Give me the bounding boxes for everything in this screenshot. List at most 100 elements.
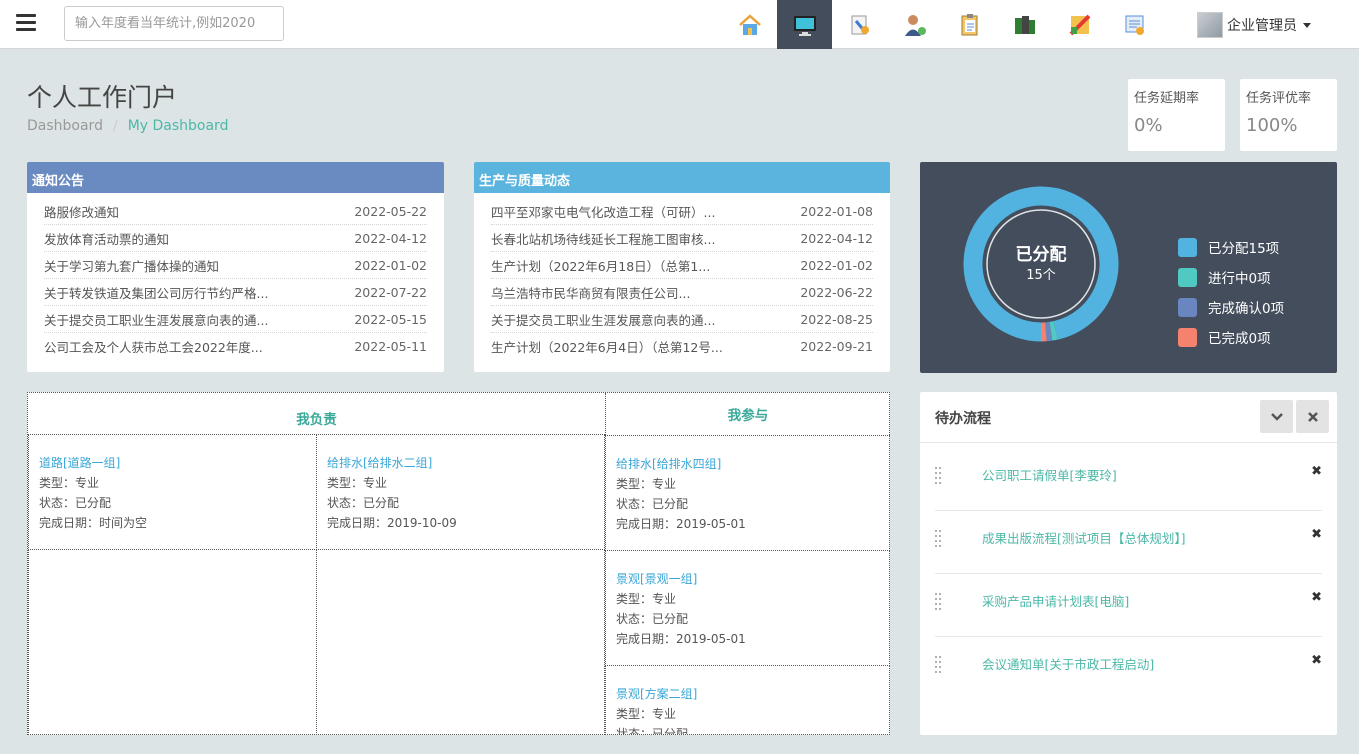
task-link[interactable]: 道路[道路一组]	[39, 453, 306, 473]
task-link[interactable]: 景观[景观一组]	[616, 569, 879, 589]
task-date: 完成日期：时间为空	[39, 516, 148, 530]
drag-handle-icon[interactable]	[935, 530, 943, 548]
production-link[interactable]: 四平至邓家屯电气化改造工程（可研）...	[491, 202, 715, 221]
workflow-link[interactable]: 会议通知单[关于市政工程启动]	[982, 654, 1154, 673]
user-settings-icon[interactable]	[887, 0, 942, 49]
notice-panel: 通知公告 路服修改通知 2022-05-22 发放体育活动票的通知 2022-04-…	[27, 162, 444, 372]
page-title: 个人工作门户	[27, 83, 178, 112]
donut-chart: 已分配 15个	[963, 186, 1119, 342]
reports-icon[interactable]	[1052, 0, 1107, 49]
list-item: 公司工会及个人获市总工会2022年度... 2022-05-11	[44, 333, 427, 360]
drag-handle-icon[interactable]	[935, 593, 943, 611]
production-link[interactable]: 生产计划（2022年6月18日）（总第1...	[491, 256, 710, 275]
close-icon	[1307, 411, 1318, 422]
config-icon[interactable]	[1107, 0, 1162, 49]
breadcrumb-home[interactable]: Dashboard	[27, 118, 103, 134]
legend-item: 完成确认0项	[1178, 292, 1284, 322]
panel-title: 通知公告	[27, 162, 444, 193]
breadcrumb-separator: /	[112, 118, 118, 134]
task-status: 状态：已分配	[39, 496, 112, 510]
excellence-rate-card: 任务评优率 100%	[1240, 79, 1337, 151]
task-board: 我负责 我参与 道路[道路一组] 类型：专业 状态：已分配 完成日期：时间为空 …	[27, 392, 890, 735]
tools-icon[interactable]	[832, 0, 887, 49]
list-item: 关于转发铁道及集团公司厉行节约严格... 2022-07-22	[44, 279, 427, 306]
notice-link[interactable]: 公司工会及个人获市总工会2022年度...	[44, 337, 263, 356]
year-search-input[interactable]	[64, 6, 284, 41]
panel-title: 生产与质量动态	[474, 162, 890, 193]
notice-date: 2022-05-22	[354, 203, 427, 219]
production-link[interactable]: 生产计划（2022年6月4日）（总第12号...	[491, 337, 723, 356]
close-panel-button[interactable]	[1296, 400, 1329, 433]
task-type: 类型：专业	[616, 707, 677, 721]
chart-legend: 已分配15项 进行中0项 完成确认0项 已完成0项	[1178, 232, 1284, 352]
legend-swatch	[1178, 327, 1197, 347]
production-link[interactable]: 乌兰浩特市民华商贸有限责任公司...	[491, 283, 690, 302]
clipboard-icon[interactable]	[942, 0, 997, 49]
task-link[interactable]: 景观[方案二组]	[616, 684, 879, 704]
notice-link[interactable]: 路服修改通知	[44, 202, 119, 221]
user-name: 企业管理员	[1227, 18, 1297, 34]
notice-link[interactable]: 关于转发铁道及集团公司厉行节约严格...	[44, 283, 268, 302]
task-date: 完成日期：2019-10-09	[327, 516, 457, 530]
task-type: 类型：专业	[616, 477, 677, 491]
monitor-icon[interactable]	[777, 0, 832, 49]
task-status: 状态：已分配	[616, 497, 689, 511]
notice-date: 2022-05-15	[354, 311, 427, 327]
production-list: 四平至邓家屯电气化改造工程（可研）... 2022-01-08 长春北站机场待线延…	[474, 193, 890, 360]
list-item: 生产计划（2022年6月4日）（总第12号... 2022-09-21	[491, 333, 873, 360]
workflow-link[interactable]: 采购产品申请计划表[电脑]	[982, 591, 1129, 610]
notice-date: 2022-01-02	[354, 257, 427, 273]
close-icon[interactable]: ✖	[1311, 590, 1322, 605]
workflow-link[interactable]: 公司职工请假单[李要玲]	[982, 465, 1117, 484]
workflow-link[interactable]: 成果出版流程[测试项目【总体规划】]	[982, 528, 1186, 547]
task-link[interactable]: 给排水[给排水二组]	[327, 453, 594, 473]
stat-value: 0%	[1134, 115, 1163, 136]
production-date: 2022-01-08	[800, 203, 873, 219]
books-icon[interactable]	[997, 0, 1052, 49]
task-date: 完成日期：2019-05-01	[616, 517, 746, 531]
legend-swatch	[1178, 297, 1197, 317]
home-icon[interactable]	[722, 0, 777, 49]
module-nav	[722, 0, 1162, 49]
production-link[interactable]: 长春北站机场待线延长工程施工图审核...	[491, 229, 715, 248]
notice-link[interactable]: 发放体育活动票的通知	[44, 229, 169, 248]
close-icon[interactable]: ✖	[1311, 653, 1322, 668]
hamburger-menu-icon[interactable]	[16, 14, 36, 34]
task-card: 景观[景观一组] 类型：专业 状态：已分配 完成日期：2019-05-01	[605, 550, 890, 666]
collapse-button[interactable]	[1260, 400, 1293, 433]
production-link[interactable]: 关于提交员工职业生涯发展意向表的通...	[491, 310, 715, 329]
notice-link[interactable]: 关于提交员工职业生涯发展意向表的通...	[44, 310, 268, 329]
donut-slice-2[interactable]	[1049, 321, 1058, 341]
close-icon[interactable]: ✖	[1311, 527, 1322, 542]
list-item: 路服修改通知 2022-05-22	[44, 198, 427, 225]
legend-item: 已完成0项	[1178, 322, 1284, 352]
drag-handle-icon[interactable]	[935, 656, 943, 674]
task-date: 完成日期：2019-05-01	[616, 632, 746, 646]
production-date: 2022-01-02	[800, 257, 873, 273]
stat-label: 任务评优率	[1246, 91, 1312, 106]
notice-link[interactable]: 关于学习第九套广播体操的通知	[44, 256, 219, 275]
notice-date: 2022-05-11	[354, 339, 427, 354]
production-panel: 生产与质量动态 四平至邓家屯电气化改造工程（可研）... 2022-01-08 长…	[474, 162, 890, 372]
panel-title: 待办流程	[935, 411, 991, 427]
chevron-down-icon	[1270, 412, 1283, 421]
donut-center-value: 15个	[1026, 268, 1056, 283]
close-icon[interactable]: ✖	[1311, 464, 1322, 479]
pending-workflow-panel: 待办流程 公司职工请假单[李要玲] ✖ 成果出版流程[测试项目【总体规划】] ✖…	[920, 392, 1337, 735]
stat-label: 任务延期率	[1134, 91, 1200, 106]
user-menu[interactable]: 企业管理员	[1197, 11, 1311, 39]
list-item: 关于提交员工职业生涯发展意向表的通... 2022-08-25	[491, 306, 873, 333]
task-link[interactable]: 给排水[给排水四组]	[616, 454, 879, 474]
divider	[920, 442, 1337, 443]
drag-handle-icon[interactable]	[935, 467, 943, 485]
legend-item: 已分配15项	[1178, 232, 1284, 262]
breadcrumb-current: My Dashboard	[127, 118, 229, 134]
task-type: 类型：专业	[327, 476, 388, 490]
stat-value: 100%	[1246, 115, 1298, 136]
list-item: 乌兰浩特市民华商贸有限责任公司... 2022-06-22	[491, 279, 873, 306]
legend-label: 完成确认0项	[1208, 301, 1285, 317]
legend-label: 进行中0项	[1208, 271, 1271, 287]
donut-center-label: 已分配	[1016, 245, 1067, 265]
donut-slice-3[interactable]	[1045, 321, 1053, 342]
legend-swatch	[1178, 267, 1197, 287]
